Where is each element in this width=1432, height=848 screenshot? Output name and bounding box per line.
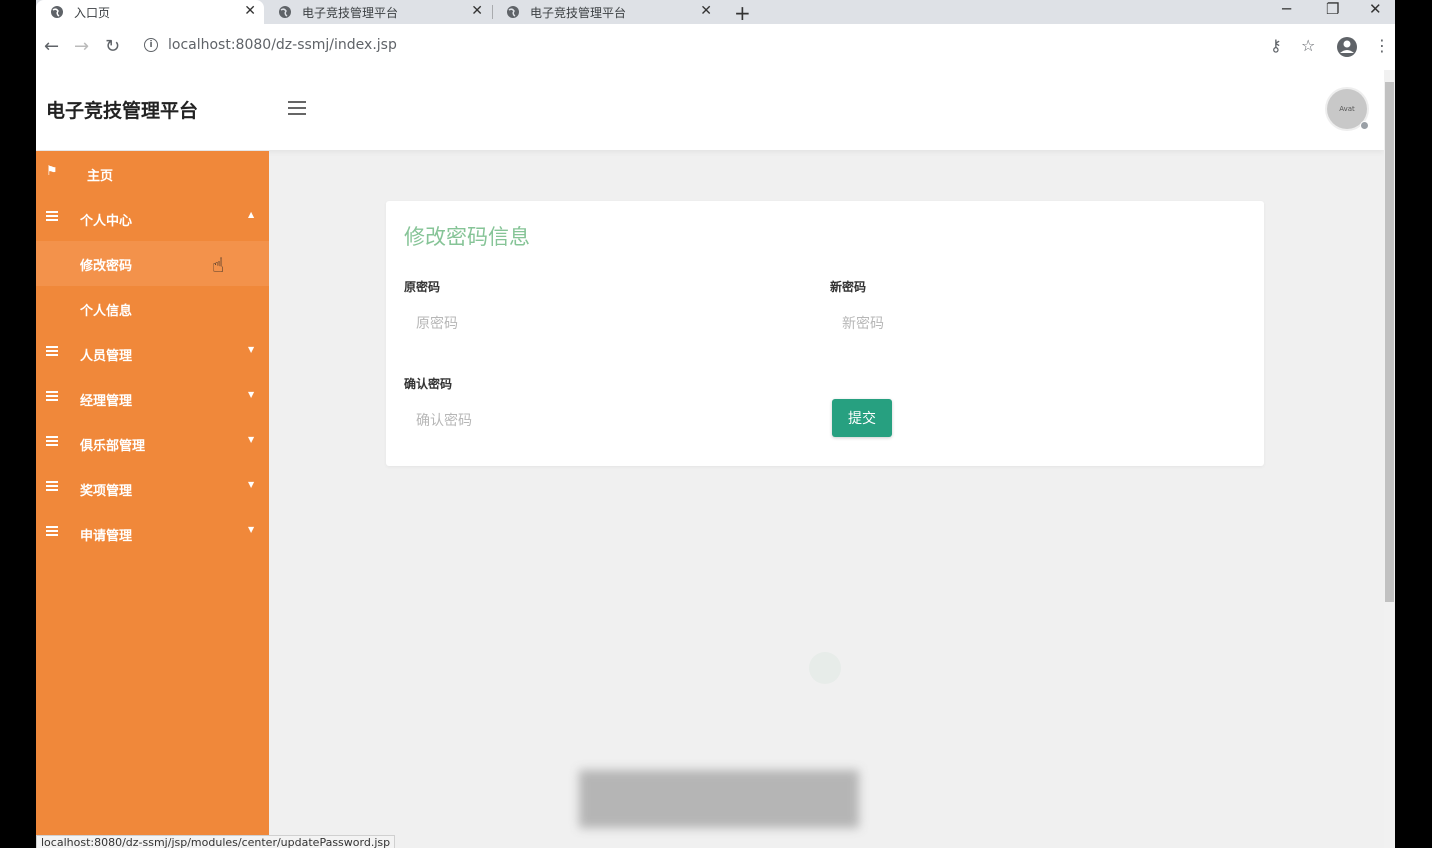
- sidebar-item-manager[interactable]: 经理管理 ▼: [36, 376, 269, 421]
- chevron-down-icon: ▼: [248, 480, 255, 489]
- new-password-input[interactable]: [830, 306, 1240, 342]
- forward-arrow-icon[interactable]: →: [74, 36, 89, 57]
- sidebar: ⚑ 主页 个人中心 ▲ 修改密码 个人信息 人员管理 ▼ 经理管理 ▼ 俱乐部管…: [36, 151, 269, 848]
- browser-window: 入口页 ✕ 电子竞技管理平台 ✕ 电子竞技管理平台 ✕ + ─ ❐ ✕ ← → …: [36, 0, 1395, 848]
- scrollbar-thumb[interactable]: [1385, 82, 1394, 602]
- chevron-down-icon: ▼: [248, 345, 255, 354]
- sidebar-item-club[interactable]: 俱乐部管理 ▼: [36, 421, 269, 466]
- globe-icon: [279, 6, 291, 18]
- sidebar-item-label: 个人中心: [80, 214, 133, 229]
- avatar-text: Avat: [1339, 105, 1355, 113]
- sidebar-item-staff[interactable]: 人员管理 ▼: [36, 331, 269, 376]
- sidebar-item-label: 经理管理: [80, 394, 133, 409]
- new-password-label: 新密码: [830, 280, 867, 294]
- globe-icon: [51, 6, 63, 18]
- sidebar-item-label: 主页: [87, 169, 114, 184]
- list-icon: [46, 481, 58, 493]
- chevron-down-icon: ▼: [248, 435, 255, 444]
- tab-title: 电子竞技管理平台: [530, 5, 627, 20]
- tab-title: 入口页: [74, 5, 111, 20]
- chevron-down-icon: ▼: [248, 525, 255, 534]
- tab-platform-2[interactable]: 电子竞技管理平台 ✕: [492, 0, 720, 24]
- browser-toolbar: ← → ↻ i localhost:8080/dz-ssmj/index.jsp…: [36, 24, 1395, 71]
- reload-icon[interactable]: ↻: [105, 36, 120, 57]
- tab-platform-1[interactable]: 电子竞技管理平台 ✕: [264, 0, 491, 24]
- chevron-down-icon: ▼: [248, 390, 255, 399]
- confirm-password-input[interactable]: [404, 403, 814, 439]
- sidebar-subitem-change-password[interactable]: 修改密码: [36, 241, 269, 286]
- close-icon[interactable]: ✕: [700, 3, 712, 19]
- form-title: 修改密码信息: [404, 225, 530, 249]
- close-icon[interactable]: ✕: [244, 3, 256, 19]
- chevron-up-icon: ▲: [248, 210, 255, 219]
- list-icon: [46, 211, 58, 223]
- sidebar-item-label: 人员管理: [80, 349, 133, 364]
- star-icon[interactable]: ☆: [1301, 36, 1315, 55]
- submit-button[interactable]: 提交: [832, 399, 892, 437]
- sidebar-item-applications[interactable]: 申请管理 ▼: [36, 511, 269, 556]
- sidebar-item-label: 个人信息: [80, 304, 133, 319]
- old-password-input[interactable]: [404, 306, 814, 342]
- page: 电子竞技管理平台 Avat ⚑ 主页 个人中心 ▲ 修改密码 个人信息 人员管理…: [36, 70, 1384, 848]
- status-bar: localhost:8080/dz-ssmj/jsp/modules/cente…: [36, 835, 396, 848]
- globe-icon: [507, 6, 519, 18]
- address-bar[interactable]: localhost:8080/dz-ssmj/index.jsp: [168, 37, 397, 53]
- more-vert-icon[interactable]: ⋮: [1374, 36, 1390, 55]
- back-arrow-icon[interactable]: ←: [44, 36, 59, 57]
- old-password-label: 原密码: [404, 280, 441, 294]
- app-header: 电子竞技管理平台 Avat: [36, 70, 1384, 150]
- list-icon: [46, 436, 58, 448]
- loading-spinner-icon: [809, 652, 841, 684]
- list-icon: [46, 391, 58, 403]
- blurred-overlay: [579, 770, 859, 828]
- change-password-card: 修改密码信息 原密码 新密码 确认密码 提交: [386, 201, 1264, 466]
- online-status-icon: [1360, 121, 1369, 130]
- sidebar-item-label: 修改密码: [80, 259, 133, 274]
- restore-icon[interactable]: ❐: [1326, 0, 1339, 18]
- tab-strip: 入口页 ✕ 电子竞技管理平台 ✕ 电子竞技管理平台 ✕ + ─ ❐ ✕: [36, 0, 1395, 25]
- hand-cursor-icon: ☝: [212, 253, 225, 277]
- account-icon[interactable]: [1336, 36, 1358, 58]
- info-icon[interactable]: i: [144, 38, 158, 52]
- key-icon[interactable]: ⚷: [1270, 36, 1282, 55]
- new-tab-icon[interactable]: +: [734, 1, 751, 25]
- tab-entry-page[interactable]: 入口页 ✕: [36, 0, 264, 24]
- sidebar-item-label: 申请管理: [80, 529, 133, 544]
- page-scrollbar[interactable]: [1384, 70, 1395, 848]
- sidebar-item-personal-center[interactable]: 个人中心 ▲: [36, 196, 269, 241]
- hamburger-menu-icon[interactable]: [288, 101, 306, 119]
- flag-icon: ⚑: [46, 164, 58, 179]
- sidebar-item-awards[interactable]: 奖项管理 ▼: [36, 466, 269, 511]
- sidebar-subitem-personal-info[interactable]: 个人信息: [36, 286, 269, 331]
- tab-title: 电子竞技管理平台: [302, 5, 399, 20]
- confirm-password-label: 确认密码: [404, 377, 453, 391]
- sidebar-item-label: 俱乐部管理: [80, 439, 146, 454]
- minimize-icon[interactable]: ─: [1282, 0, 1291, 18]
- close-window-icon[interactable]: ✕: [1369, 0, 1382, 18]
- close-icon[interactable]: ✕: [471, 3, 483, 19]
- list-icon: [46, 526, 58, 538]
- list-icon: [46, 346, 58, 358]
- sidebar-item-label: 奖项管理: [80, 484, 133, 499]
- app-title: 电子竞技管理平台: [46, 100, 199, 122]
- sidebar-item-home[interactable]: ⚑ 主页: [36, 151, 269, 196]
